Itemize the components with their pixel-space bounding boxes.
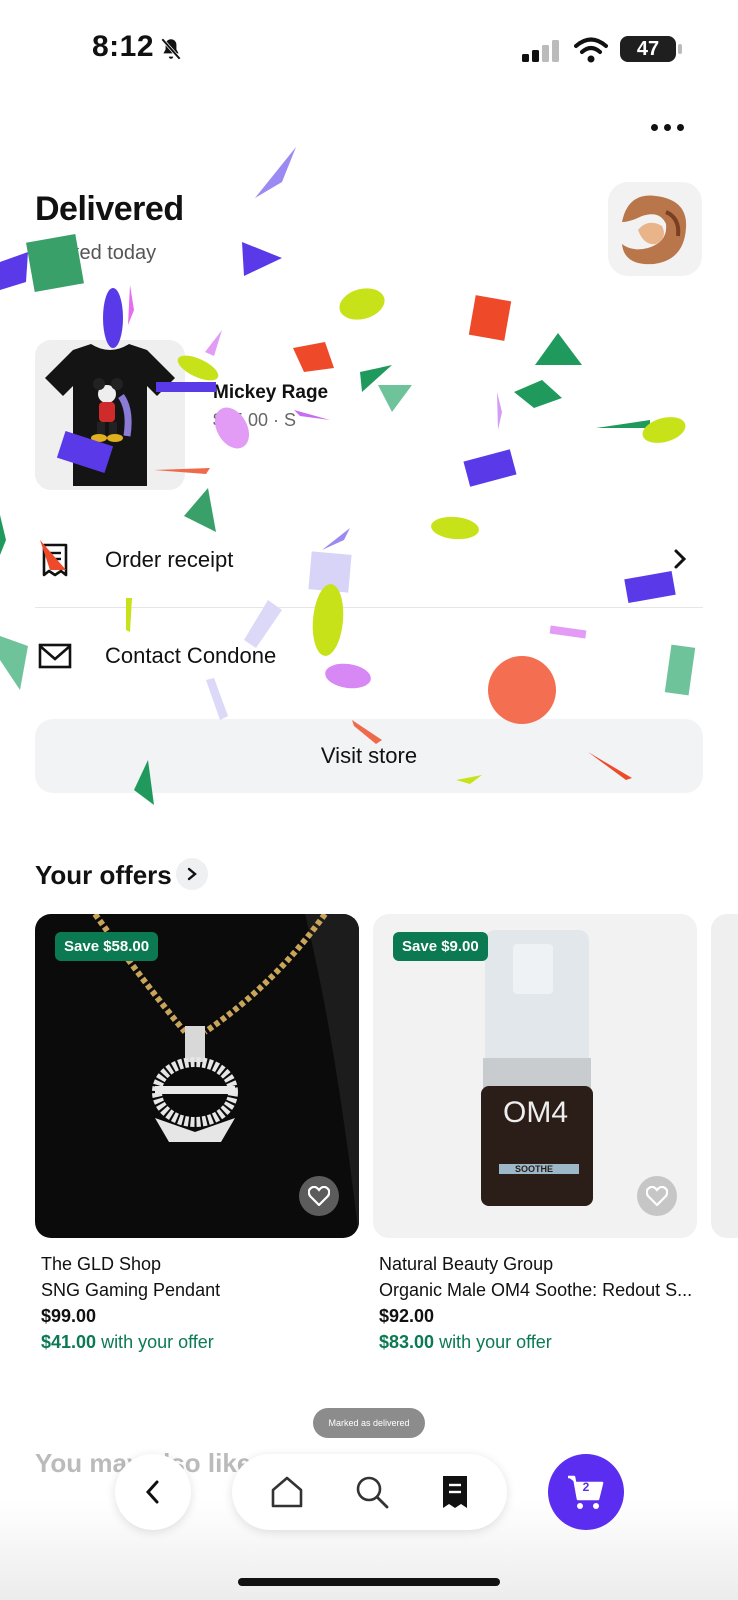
offer-card-image[interactable]: OM4 SOOTHE Save $9.00 <box>373 914 697 1238</box>
dot-icon <box>650 123 658 131</box>
offer-price-line: $83.00 with your offer <box>379 1332 552 1353</box>
orders-receipt-icon[interactable] <box>439 1474 471 1510</box>
receipt-icon <box>42 543 68 577</box>
offer-suffix: with your offer <box>434 1332 552 1352</box>
status-time: 8:12 <box>92 30 155 63</box>
more-options-button[interactable] <box>642 112 692 142</box>
contact-seller-label: Contact Condone <box>105 643 277 668</box>
soothe-label-text: SOOTHE <box>515 1164 554 1174</box>
dot-icon <box>663 123 671 131</box>
om4-logo-text: OM4 <box>503 1096 569 1129</box>
favorite-button[interactable] <box>637 1176 677 1216</box>
offer-price: $41.00 <box>41 1332 97 1352</box>
order-status-title: Delivered <box>35 190 184 228</box>
chevron-right-icon <box>674 549 687 569</box>
order-status-subtitle: Marked today <box>35 242 157 264</box>
order-receipt-label: Order receipt <box>105 547 234 572</box>
offer-card-image-partial[interactable] <box>711 914 738 1238</box>
offer-item-title[interactable]: SNG Gaming Pendant <box>41 1280 220 1301</box>
heart-icon <box>646 1186 668 1206</box>
offers-see-all-button[interactable] <box>176 858 208 890</box>
cart-button[interactable]: 2 <box>548 1454 624 1530</box>
bell-off-icon <box>161 38 181 60</box>
save-badge: Save $9.00 <box>393 932 488 961</box>
offer-price-line: $41.00 with your offer <box>41 1332 214 1353</box>
save-badge: Save $58.00 <box>55 932 159 961</box>
tshirt-image <box>45 344 175 486</box>
chevron-left-icon <box>145 1480 159 1504</box>
offers-section-title: Your offers <box>35 860 172 890</box>
contact-seller-row[interactable]: Contact Condone <box>35 608 703 704</box>
cart-count-badge: 2 <box>582 1480 590 1494</box>
chevron-right-icon <box>674 645 687 665</box>
battery-indicator: 47 <box>620 36 676 62</box>
dot-icon <box>676 123 684 131</box>
offer-original-price: $92.00 <box>379 1306 435 1326</box>
signal-icon <box>522 40 559 62</box>
favorite-button[interactable] <box>299 1176 339 1216</box>
product-name: Mickey Rage <box>213 382 329 403</box>
offer-card-image[interactable]: Save $58.00 <box>35 914 359 1238</box>
offer-shop-name: Natural Beauty Group <box>379 1254 554 1274</box>
offer-item-title[interactable]: Organic Male OM4 Soothe: Redout S... <box>379 1280 692 1301</box>
offer-original-price: $99.00 <box>41 1306 97 1326</box>
bottom-nav <box>232 1454 507 1530</box>
home-indicator <box>238 1578 500 1586</box>
heart-icon <box>308 1186 330 1206</box>
back-button[interactable] <box>115 1454 191 1530</box>
offer-shop-name: The GLD Shop <box>41 1254 162 1274</box>
delivered-toast: Marked as delivered <box>313 1408 425 1438</box>
visit-store-button[interactable]: Visit store <box>35 719 703 793</box>
store-logo[interactable] <box>608 182 702 276</box>
product-thumbnail[interactable] <box>35 340 185 490</box>
wifi-icon <box>574 37 608 63</box>
mail-icon <box>38 643 72 669</box>
chevron-right-icon <box>187 867 197 881</box>
search-icon[interactable] <box>354 1474 390 1510</box>
offer-suffix: with your offer <box>96 1332 214 1352</box>
offer-price: $83.00 <box>379 1332 435 1352</box>
battery-tip <box>678 44 682 54</box>
abstract-sculpture-icon <box>622 195 687 265</box>
order-receipt-row[interactable]: Order receipt <box>35 512 703 608</box>
product-price-size: $45.00 · S <box>213 410 297 430</box>
home-icon[interactable] <box>269 1474 305 1510</box>
